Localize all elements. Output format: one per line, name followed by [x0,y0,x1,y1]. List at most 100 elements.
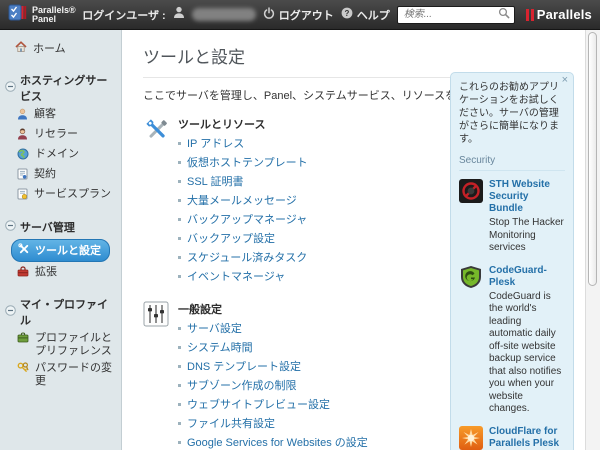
app-logo: Parallels® Panel [8,3,76,27]
search-input[interactable] [401,8,498,21]
sidebar-item-service-plans[interactable]: サービスプラン [0,186,121,206]
tools-resources-links: IP アドレス 仮想ホストテンプレート SSL 証明書 大量メールメッセージ バ… [178,135,443,284]
app-title-link[interactable]: STH Website Security Bundle [489,179,565,215]
reseller-person-icon [17,128,28,144]
close-icon[interactable]: × [562,75,568,86]
link-google-services[interactable]: Google Services for Websites の設定 [187,434,368,450]
login-user-label: ログインユーザ : [82,9,166,22]
sidebar-item-subscriptions[interactable]: 契約 [0,166,121,186]
sidebar-item-extensions[interactable]: 拡張 [0,264,121,283]
sidebar-item-resellers[interactable]: リセラー [0,126,121,146]
parallels-panel-window: Parallels® Panel ログインユーザ : ログアウト ? ヘルプ 検… [0,0,600,450]
section-general-settings: 一般設定 サーバ設定 システム時間 DNS テンプレート設定 サブゾーン作成の制… [143,301,443,450]
app-title-link[interactable]: CloudFlare for Parallels Plesk Panel [489,426,565,450]
link-file-sharing[interactable]: ファイル共有設定 [187,415,275,431]
link-dns-template[interactable]: DNS テンプレート設定 [187,358,301,374]
link-row: システム時間 [178,339,443,355]
link-scheduled-tasks[interactable]: スケジュール済みタスク [187,249,307,265]
contract-document-icon [17,168,28,184]
customer-person-icon [17,108,28,124]
link-row: サーバ設定 [178,320,443,336]
link-backup-settings[interactable]: バックアップ設定 [187,230,275,246]
logout-button[interactable]: ログアウト [263,7,334,23]
link-row: 仮想ホストテンプレート [178,154,443,170]
collapse-minus-icon [5,81,16,95]
logged-in-user-name-redacted[interactable] [191,8,256,21]
help-button[interactable]: ? ヘルプ [341,7,390,23]
power-icon [263,7,275,22]
app-description: Stop The Hacker Monitoring services [489,217,564,253]
link-row: イベントマネージャ [178,268,443,284]
service-plan-icon [17,188,28,204]
user-icon [173,6,185,24]
wrench-screwdriver-icon [143,116,171,149]
section-tools-resources: ツールとリソース IP アドレス 仮想ホストテンプレート SSL 証明書 大量メ… [143,116,443,284]
sidebar-item-tools-settings-selected[interactable]: ツールと設定 [11,239,110,262]
parallels-brand-logo: Parallels [525,7,592,22]
sidebar-item-profile-preferences[interactable]: プロファイルとプリファレンス [0,330,121,360]
app-title: Parallels® Panel [32,4,76,24]
link-row: Google Services for Websites の設定 [178,434,443,450]
promo-app-sth: STH Website Security Bundle Stop The Hac… [459,179,565,255]
link-system-time[interactable]: システム時間 [187,339,253,355]
sidebar-group-server-management[interactable]: サーバ管理 [0,217,121,237]
sidebar-item-customers[interactable]: 顧客 [0,106,121,126]
link-row: バックアップマネージャ [178,211,443,227]
link-row: SSL 証明書 [178,173,443,189]
link-backup-manager[interactable]: バックアップマネージャ [187,211,307,227]
cloudflare-icon [459,425,483,450]
sliders-icon [143,301,169,332]
vertical-scrollbar-thumb[interactable] [588,32,597,286]
home-icon [15,41,27,57]
briefcase-icon [17,332,29,347]
link-website-preview[interactable]: ウェブサイトプレビュー設定 [187,396,330,412]
recommended-apps-panel: × これらのお勧めアプリケーションをお試しください。サーバの管理がさらに簡単にな… [450,72,574,450]
link-virtual-host-template[interactable]: 仮想ホストテンプレート [187,154,308,170]
link-row: ウェブサイトプレビュー設定 [178,396,443,412]
link-server-settings[interactable]: サーバ設定 [187,320,242,336]
top-header-bar: Parallels® Panel ログインユーザ : ログアウト ? ヘルプ 検… [0,0,600,30]
section-title: ツールとリソース [178,119,266,131]
search-icon[interactable] [498,6,510,24]
vertical-scrollbar-track[interactable] [585,30,600,450]
link-row: サブゾーン作成の制限 [178,377,443,393]
link-event-manager[interactable]: イベントマネージャ [187,268,285,284]
codeguard-shield-icon [459,265,483,416]
link-ip-addresses[interactable]: IP アドレス [187,135,244,151]
general-settings-links: サーバ設定 システム時間 DNS テンプレート設定 サブゾーン作成の制限 ウェブ… [178,320,443,450]
link-ssl-certificates[interactable]: SSL 証明書 [187,173,243,189]
promo-intro-text: これらのお勧めアプリケーションをお試しください。サーバの管理がさらに簡単になりま… [459,82,559,145]
sth-security-icon [459,179,483,255]
promo-app-cloudflare: CloudFlare for Parallels Plesk Panel Clo… [459,425,565,450]
toolbox-icon [17,266,29,281]
collapse-minus-icon [5,305,16,319]
app-description: CodeGuard is the world's leading automat… [489,290,562,415]
search-box [396,5,515,24]
collapse-minus-icon [5,220,16,234]
promo-category-label: Security [459,155,565,171]
sidebar-nav: ホーム ホスティングサービス 顧客 リセラー ドメイン 契約 サービスプラン サ… [0,30,122,450]
sidebar-group-hosting-services[interactable]: ホスティングサービス [0,70,121,106]
section-title: 一般設定 [178,304,222,316]
sidebar-item-home[interactable]: ホーム [0,39,121,59]
tools-icon [18,242,30,258]
link-row: DNS テンプレート設定 [178,358,443,374]
help-icon: ? [341,7,353,22]
svg-text:?: ? [344,9,349,18]
parallels-panel-logo-icon [8,3,27,27]
keys-icon [17,362,29,378]
app-title-link[interactable]: CodeGuard-Plesk [489,265,565,289]
link-subzone-restriction[interactable]: サブゾーン作成の制限 [187,377,296,393]
link-mass-email[interactable]: 大量メールメッセージ [187,192,297,208]
link-row: ファイル共有設定 [178,415,443,431]
domain-globe-icon [17,148,29,164]
header-controls: ログインユーザ : ログアウト ? ヘルプ 検索... Parallels [82,5,592,24]
sidebar-group-my-profile[interactable]: マイ・プロファイル [0,294,121,330]
link-row: 大量メールメッセージ [178,192,443,208]
link-row: IP アドレス [178,135,443,151]
link-row: スケジュール済みタスク [178,249,443,265]
parallels-bars-icon [525,8,534,21]
link-row: バックアップ設定 [178,230,443,246]
sidebar-item-change-password[interactable]: パスワードの変更 [0,360,121,390]
sidebar-item-domains[interactable]: ドメイン [0,146,121,166]
